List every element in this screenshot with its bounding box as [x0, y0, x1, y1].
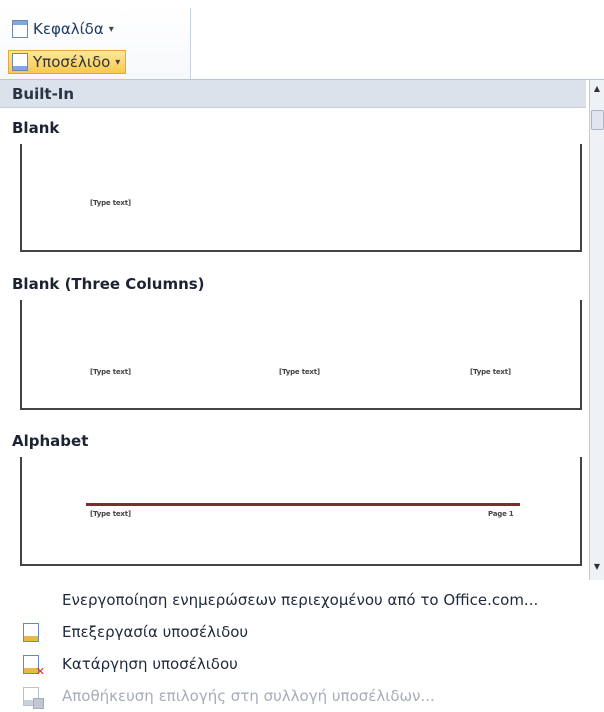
save-selection-icon [23, 686, 44, 709]
section-title-blank-three-columns: Blank (Three Columns) [12, 275, 205, 293]
gallery-heading: Built-In [0, 80, 586, 108]
gallery-scrollbar[interactable]: ▲ ▼ [589, 80, 604, 580]
footer-icon [12, 53, 28, 71]
header-icon [12, 20, 28, 38]
ribbon: Κεφαλίδα ▾ Υποσέλιδο ▾ [0, 0, 604, 79]
scroll-down-icon[interactable]: ▼ [591, 560, 603, 574]
preview-text: [Type text] [90, 368, 131, 376]
edit-footer-icon [23, 622, 39, 642]
preview-blank[interactable]: [Type text] [20, 144, 582, 252]
menu-item-label: Αποθήκευση επιλογής στη συλλογή υποσέλιδ… [62, 687, 435, 705]
preview-text: Page 1 [488, 510, 514, 518]
section-title-blank: Blank [12, 119, 60, 137]
menu-icon-slot [0, 648, 62, 680]
chevron-down-icon: ▾ [108, 23, 114, 35]
menu-item-label: Επεξεργασία υποσέλιδου [62, 623, 249, 641]
footer-menu: Ενεργοποίηση ενημερώσεων περιεχομένου απ… [0, 580, 604, 711]
footer-button-label: Υποσέλιδο [33, 53, 111, 71]
scroll-up-icon[interactable]: ▲ [591, 82, 603, 96]
preview-text: [Type text] [470, 368, 511, 376]
menu-item-label: Ενεργοποίηση ενημερώσεων περιεχομένου απ… [62, 591, 539, 609]
menu-icon-placeholder [0, 584, 62, 616]
preview-text: [Type text] [90, 510, 131, 518]
menu-item-save-selection: Αποθήκευση επιλογής στη συλλογή υποσέλιδ… [0, 680, 604, 712]
header-button[interactable]: Κεφαλίδα ▾ [8, 18, 118, 40]
preview-blank-three-columns[interactable]: [Type text] [Type text] [Type text] [20, 300, 582, 410]
menu-item-enable-updates[interactable]: Ενεργοποίηση ενημερώσεων περιεχομένου απ… [0, 584, 604, 616]
preview-alphabet[interactable]: [Type text] Page 1 [20, 457, 582, 566]
section-title-alphabet: Alphabet [12, 432, 89, 450]
menu-item-label: Κατάργηση υποσέλιδου [62, 655, 238, 673]
preview-text: [Type text] [90, 199, 131, 207]
header-button-label: Κεφαλίδα [33, 20, 104, 38]
preview-text: [Type text] [279, 368, 320, 376]
menu-item-remove-footer[interactable]: Κατάργηση υποσέλιδου [0, 648, 604, 680]
preview-rule [86, 503, 520, 506]
footer-button[interactable]: Υποσέλιδο ▾ [8, 50, 127, 74]
menu-icon-slot [0, 616, 62, 648]
chevron-down-icon: ▾ [115, 56, 121, 68]
footer-gallery: Built-In Blank [Type text] Blank (Three … [0, 79, 604, 580]
remove-footer-icon [23, 654, 45, 678]
scroll-thumb[interactable] [591, 110, 604, 130]
menu-icon-slot [0, 680, 62, 712]
header-footer-group: Κεφαλίδα ▾ Υποσέλιδο ▾ [0, 8, 191, 79]
menu-item-edit-footer[interactable]: Επεξεργασία υποσέλιδου [0, 616, 604, 648]
